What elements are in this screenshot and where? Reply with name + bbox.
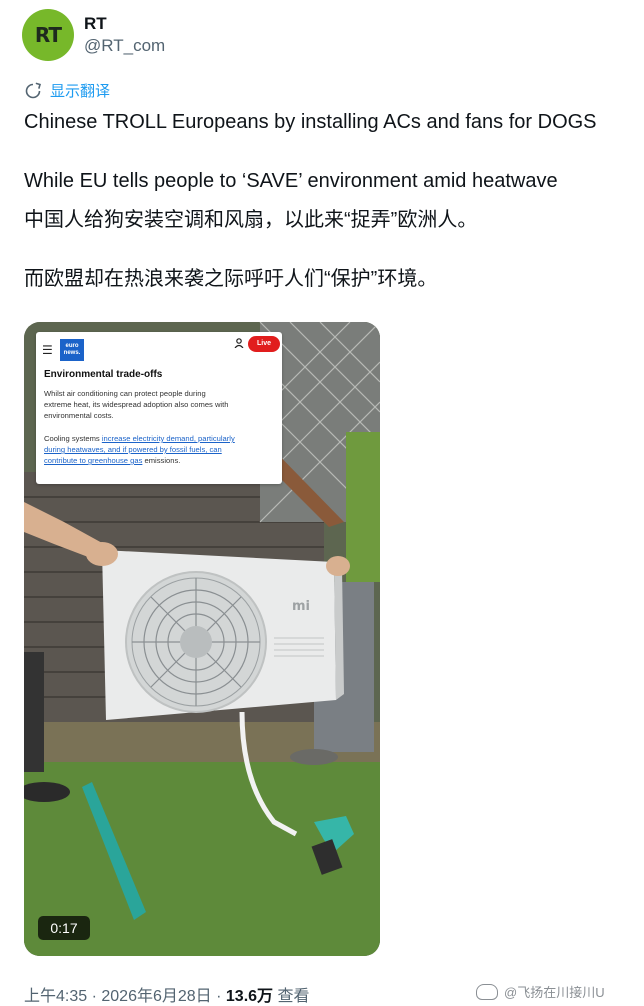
display-name[interactable]: RT bbox=[84, 13, 165, 35]
weibo-icon bbox=[476, 983, 498, 1000]
views-label: 查看 bbox=[273, 988, 310, 1005]
article-title: Environmental trade-offs bbox=[44, 369, 163, 380]
post-text-line-3: 中国人给狗安装空调和风扇，以此来“捉弄”欧洲人。 bbox=[24, 209, 478, 231]
post-text-line-4: 而欧盟却在热浪来袭之际呼吁人们“保护”环境。 bbox=[24, 268, 438, 290]
user-icon bbox=[234, 338, 244, 351]
live-badge: Live bbox=[248, 336, 280, 352]
video-duration: 0:17 bbox=[38, 916, 90, 940]
translate-label: 显示翻译 bbox=[50, 83, 111, 100]
video-player[interactable]: mi ☰ euro news. Live Environmental trade… bbox=[24, 322, 380, 956]
separator: · bbox=[87, 988, 102, 1005]
post-text-line-2: While EU tells people to ‘SAVE’ environm… bbox=[24, 170, 558, 192]
post-text-line-1: Chinese TROLL Europeans by installing AC… bbox=[24, 111, 597, 133]
euronews-article-overlay: ☰ euro news. Live Environmental trade-of… bbox=[36, 332, 282, 484]
logo-line-1: euro bbox=[65, 343, 79, 349]
avatar[interactable]: RT bbox=[22, 9, 74, 61]
weibo-watermark: @飞扬在川接川U bbox=[476, 982, 605, 1001]
watermark-text: @飞扬在川接川U bbox=[504, 985, 605, 1000]
article-paragraph-1: Whilst air conditioning can protect peop… bbox=[44, 389, 229, 420]
avatar-logo-text: RT bbox=[34, 23, 62, 47]
translate-icon bbox=[25, 82, 41, 98]
menu-icon: ☰ bbox=[42, 343, 53, 357]
post-header: RT RT @RT_com bbox=[22, 8, 165, 62]
author-names: RT @RT_com bbox=[84, 13, 165, 57]
article-p2-start: Cooling systems bbox=[44, 434, 102, 443]
logo-line-2: news. bbox=[63, 350, 81, 356]
post-date[interactable]: 2026年6月28日 bbox=[101, 988, 211, 1005]
article-paragraph-2: Cooling systems increase electricity dem… bbox=[44, 433, 238, 466]
article-p2-end: emissions. bbox=[142, 456, 181, 465]
post-time[interactable]: 上午4:35 bbox=[24, 988, 87, 1005]
show-translation-link[interactable]: 显示翻译 bbox=[24, 80, 110, 101]
euronews-logo: euro news. bbox=[60, 339, 84, 361]
separator: · bbox=[211, 988, 226, 1005]
post-meta: 上午4:35 · 2026年6月28日 · 13.6万 查看 bbox=[24, 982, 310, 1006]
views-count: 13.6万 bbox=[225, 988, 274, 1005]
handle[interactable]: @RT_com bbox=[84, 35, 165, 57]
svg-text:mi: mi bbox=[292, 599, 310, 614]
